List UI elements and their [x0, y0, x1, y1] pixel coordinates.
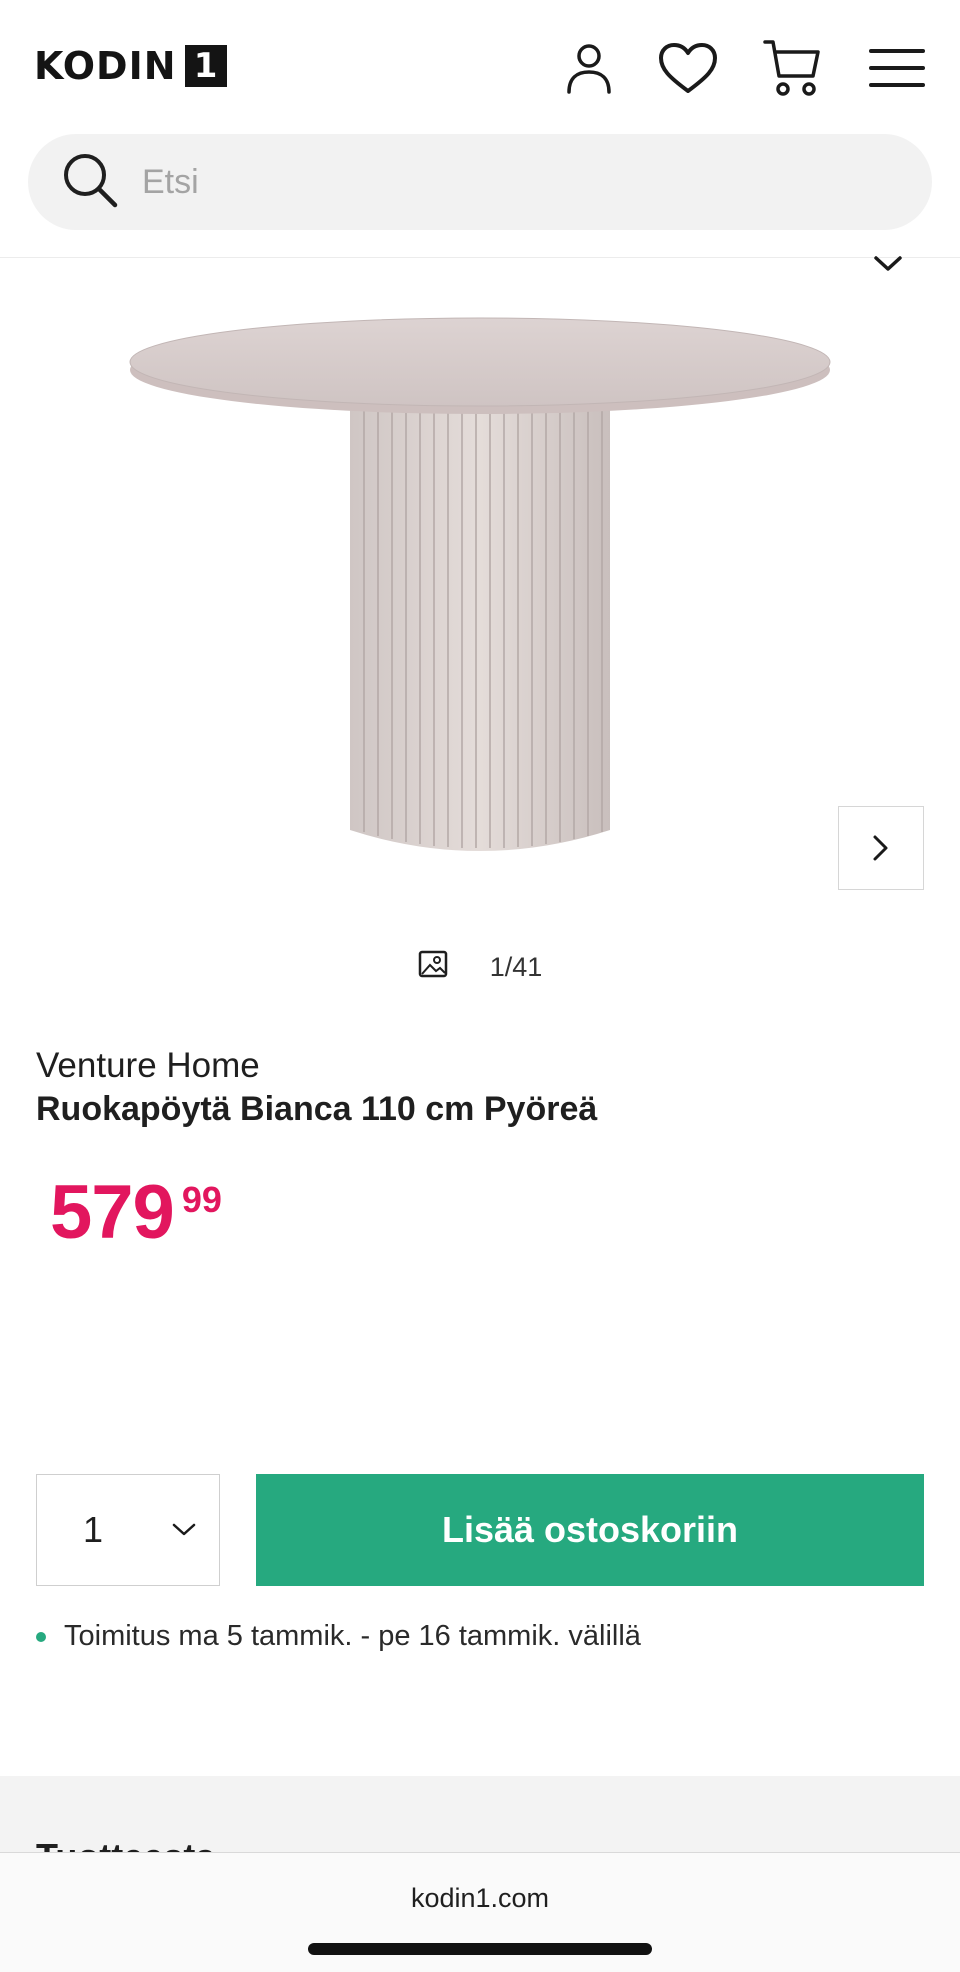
heart-icon[interactable] [656, 36, 720, 100]
price-cents: 99 [181, 1179, 222, 1220]
chevron-right-icon [873, 835, 888, 861]
add-to-cart-button[interactable]: Lisää ostoskoriin [256, 1474, 924, 1586]
quantity-value: 1 [83, 1509, 104, 1550]
delivery-info: Toimitus ma 5 tammik. - pe 16 tammik. vä… [36, 1620, 641, 1653]
image-counter-text: 1/41 [489, 952, 543, 982]
search-input[interactable] [142, 162, 862, 202]
product-price: 579 99 [50, 1170, 222, 1256]
cart-icon[interactable] [760, 36, 824, 100]
product-image[interactable] [120, 300, 840, 860]
browser-address-bar: kodin1.com [0, 1852, 960, 1972]
kodin1-logo[interactable]: KODIN 1 [34, 44, 227, 88]
price-main: 579 [50, 1170, 175, 1255]
image-counter: 1/41 [0, 950, 960, 985]
logo-text: KODIN [34, 44, 177, 88]
delivery-status-dot [36, 1631, 46, 1642]
browser-url[interactable]: kodin1.com [0, 1883, 960, 1914]
delivery-text: Toimitus ma 5 tammik. - pe 16 tammik. vä… [64, 1620, 641, 1652]
home-indicator[interactable] [308, 1943, 652, 1955]
next-image-button[interactable] [838, 806, 924, 890]
image-icon [418, 950, 448, 985]
product-brand[interactable]: Venture Home [36, 1046, 260, 1086]
menu-icon[interactable] [865, 36, 929, 100]
quantity-select[interactable]: 1 [36, 1474, 220, 1586]
logo-number: 1 [184, 45, 227, 87]
search-bar[interactable] [28, 134, 932, 230]
product-title: Ruokapöytä Bianca 110 cm Pyöreä [36, 1090, 598, 1128]
product-gallery [0, 260, 960, 910]
chevron-down-icon [172, 1523, 196, 1536]
site-header: KODIN 1 [0, 0, 960, 258]
user-icon[interactable] [557, 36, 621, 100]
search-icon[interactable] [62, 152, 118, 213]
